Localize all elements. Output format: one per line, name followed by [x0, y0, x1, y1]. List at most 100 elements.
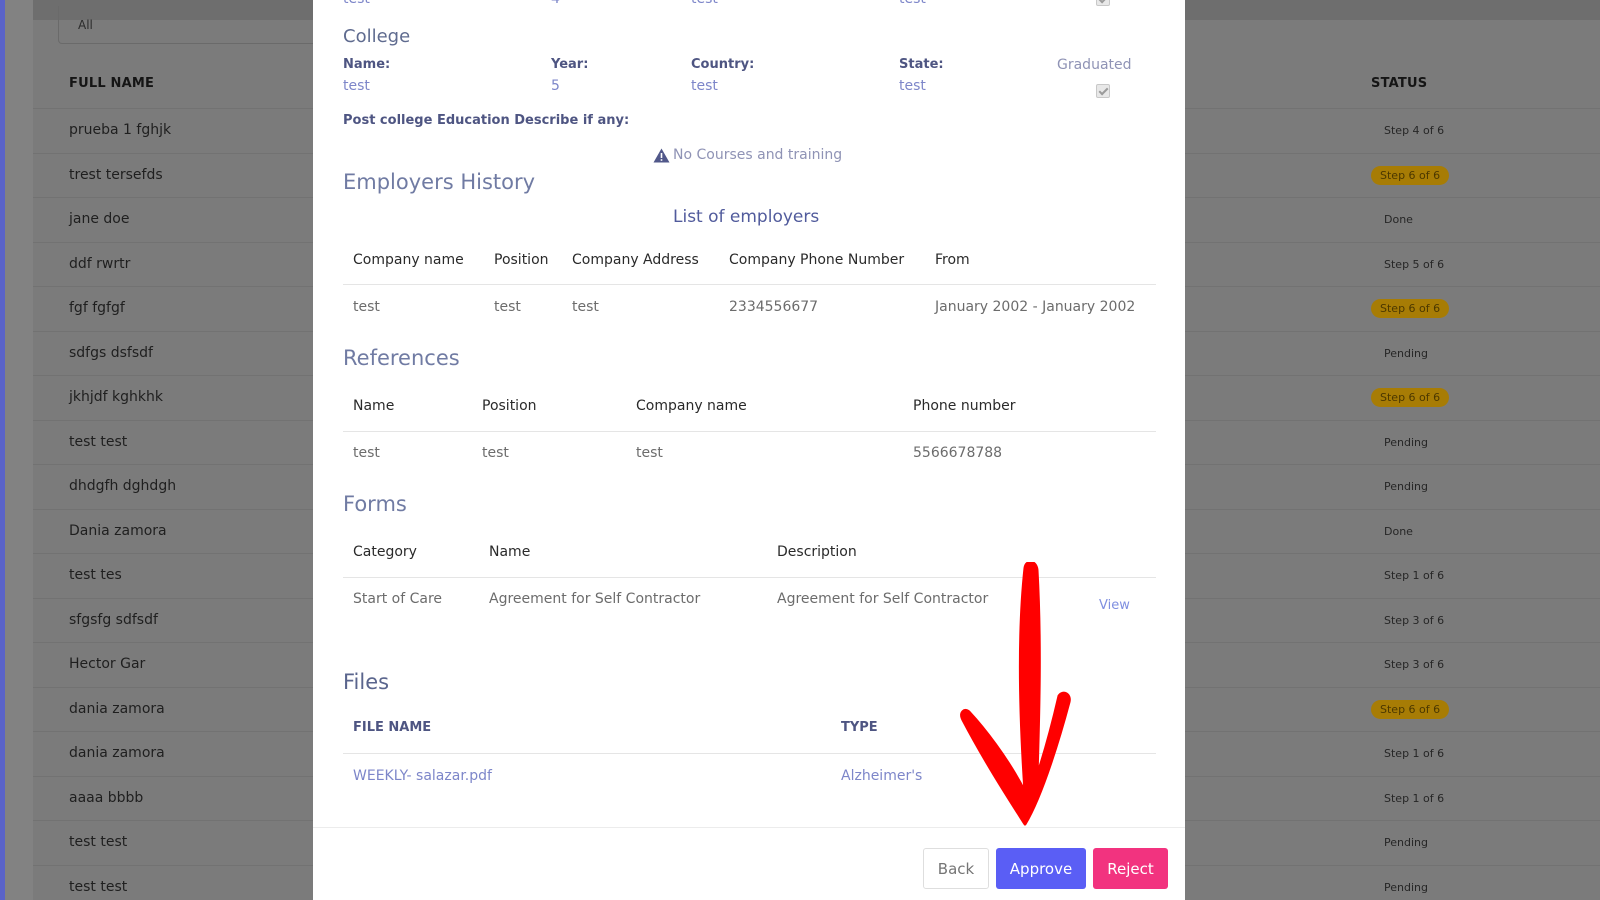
references-header-name: Name — [353, 398, 395, 414]
employers-title: Employers History — [343, 170, 536, 194]
applicant-name: test test — [69, 433, 128, 450]
reference-position: test — [482, 445, 509, 461]
divider — [343, 431, 1156, 432]
approve-button[interactable]: Approve — [996, 848, 1086, 889]
applicant-name: ddf rwrtr — [69, 255, 131, 272]
status-filter-select[interactable]: All — [58, 6, 318, 44]
status-badge: Pending — [1384, 346, 1428, 360]
no-courses-notice: No Courses and training — [653, 147, 842, 163]
modal-footer-divider — [313, 827, 1185, 828]
status-badge: Done — [1384, 524, 1413, 538]
applicant-name: Dania zamora — [69, 522, 167, 539]
employers-header-company: Company name — [353, 252, 464, 268]
status-badge: Step 5 of 6 — [1384, 257, 1445, 271]
top-row-checkbox — [1096, 0, 1110, 6]
college-year-label: Year: — [551, 57, 589, 72]
no-courses-text: No Courses and training — [673, 147, 843, 163]
back-button[interactable]: Back — [923, 848, 989, 889]
applicant-name: test test — [69, 834, 128, 850]
applicant-name: jkhjdf kghkhk — [69, 389, 163, 405]
status-badge: Step 6 of 6 — [1371, 299, 1450, 318]
status-badge: Step 1 of 6 — [1384, 791, 1445, 805]
reject-button[interactable]: Reject — [1093, 848, 1168, 889]
employer-phone: 2334556677 — [729, 299, 819, 315]
applicant-name: test test — [69, 878, 128, 895]
form-view-link[interactable]: View — [1099, 598, 1130, 613]
divider — [343, 284, 1156, 285]
status-badge: Step 6 of 6 — [1371, 388, 1450, 407]
applicant-name: dhdgfh dghdgh — [69, 478, 177, 494]
employer-from: January 2002 - January 2002 — [935, 299, 1136, 315]
applicant-name: Hector Gar — [69, 656, 146, 672]
file-name-link[interactable]: WEEKLY- salazar.pdf — [353, 768, 492, 784]
files-title: Files — [343, 670, 390, 694]
divider — [343, 577, 1156, 578]
applicant-name: jane doe — [69, 211, 130, 227]
status-badge: Pending — [1384, 880, 1428, 894]
employers-subtitle: List of employers — [673, 207, 820, 227]
employer-company: test — [353, 299, 380, 315]
top-row-value-1: test — [343, 0, 370, 7]
applicant-name: sfgsfg sdfsdf — [69, 611, 158, 628]
top-row-value-2: 4 — [551, 0, 560, 7]
employers-header-phone: Company Phone Number — [729, 252, 905, 268]
status-badge: Step 3 of 6 — [1384, 613, 1445, 627]
reference-phone: 5566678788 — [913, 445, 1003, 461]
references-header-position: Position — [482, 398, 537, 414]
column-header-status[interactable]: STATUS — [1371, 76, 1427, 91]
college-state-value: test — [899, 78, 926, 94]
employer-position: test — [494, 299, 521, 315]
post-college-label: Post college Education Describe if any: — [343, 113, 630, 128]
status-badge: Pending — [1384, 435, 1428, 449]
files-header-type: TYPE — [841, 720, 878, 735]
applicant-name: fgf fgfgf — [69, 300, 125, 316]
applicant-name: dania zamora — [69, 745, 165, 761]
employer-address: test — [572, 299, 599, 315]
applicant-name: sdfgs dsfsdf — [69, 344, 153, 361]
status-badge: Pending — [1384, 836, 1428, 849]
applicant-name: dania zamora — [69, 700, 165, 717]
college-state-label: State: — [899, 57, 944, 72]
top-row-value-4: test — [899, 0, 926, 7]
college-name-label: Name: — [343, 57, 391, 72]
column-header-full-name[interactable]: FULL NAME — [69, 76, 154, 91]
reference-company: test — [636, 445, 663, 461]
reference-name: test — [353, 445, 380, 461]
employers-header-from: From — [935, 252, 970, 268]
college-country-label: Country: — [691, 57, 755, 72]
college-country-value: test — [691, 78, 718, 94]
college-title: College — [343, 26, 411, 47]
employers-header-position: Position — [494, 252, 549, 268]
status-badge: Step 4 of 6 — [1384, 124, 1445, 137]
application-review-modal: test 4 test test College Name: test Year… — [313, 0, 1185, 900]
forms-header-description: Description — [777, 544, 857, 560]
forms-header-category: Category — [353, 544, 417, 560]
references-title: References — [343, 346, 460, 370]
college-name-value: test — [343, 78, 370, 94]
forms-header-name: Name — [489, 544, 531, 560]
status-badge: Step 1 of 6 — [1384, 747, 1445, 760]
college-year-value: 5 — [551, 78, 560, 94]
references-header-phone: Phone number — [913, 398, 1016, 414]
status-badge: Step 6 of 6 — [1371, 699, 1450, 719]
form-description: Agreement for Self Contractor — [777, 591, 989, 607]
status-filter-value: All — [78, 18, 93, 32]
top-row-value-3: test — [691, 0, 718, 7]
warning-icon — [653, 148, 670, 162]
form-name: Agreement for Self Contractor — [489, 591, 701, 607]
graduated-label: Graduated — [1057, 57, 1132, 73]
applicant-name: aaaa bbbb — [69, 789, 144, 806]
status-badge: Pending — [1384, 480, 1428, 493]
references-header-company: Company name — [636, 398, 747, 414]
status-badge: Step 6 of 6 — [1371, 165, 1450, 185]
forms-title: Forms — [343, 492, 407, 516]
file-type: Alzheimer's — [841, 768, 923, 784]
divider — [343, 753, 1156, 754]
sidebar-edge — [5, 0, 33, 900]
employers-header-address: Company Address — [572, 252, 699, 268]
applicant-name: prueba 1 fghjk — [69, 122, 172, 138]
applicant-name: test tes — [69, 567, 122, 583]
status-badge: Step 1 of 6 — [1384, 569, 1445, 582]
applicant-name: trest tersefds — [69, 166, 163, 183]
status-badge: Step 3 of 6 — [1384, 658, 1445, 671]
